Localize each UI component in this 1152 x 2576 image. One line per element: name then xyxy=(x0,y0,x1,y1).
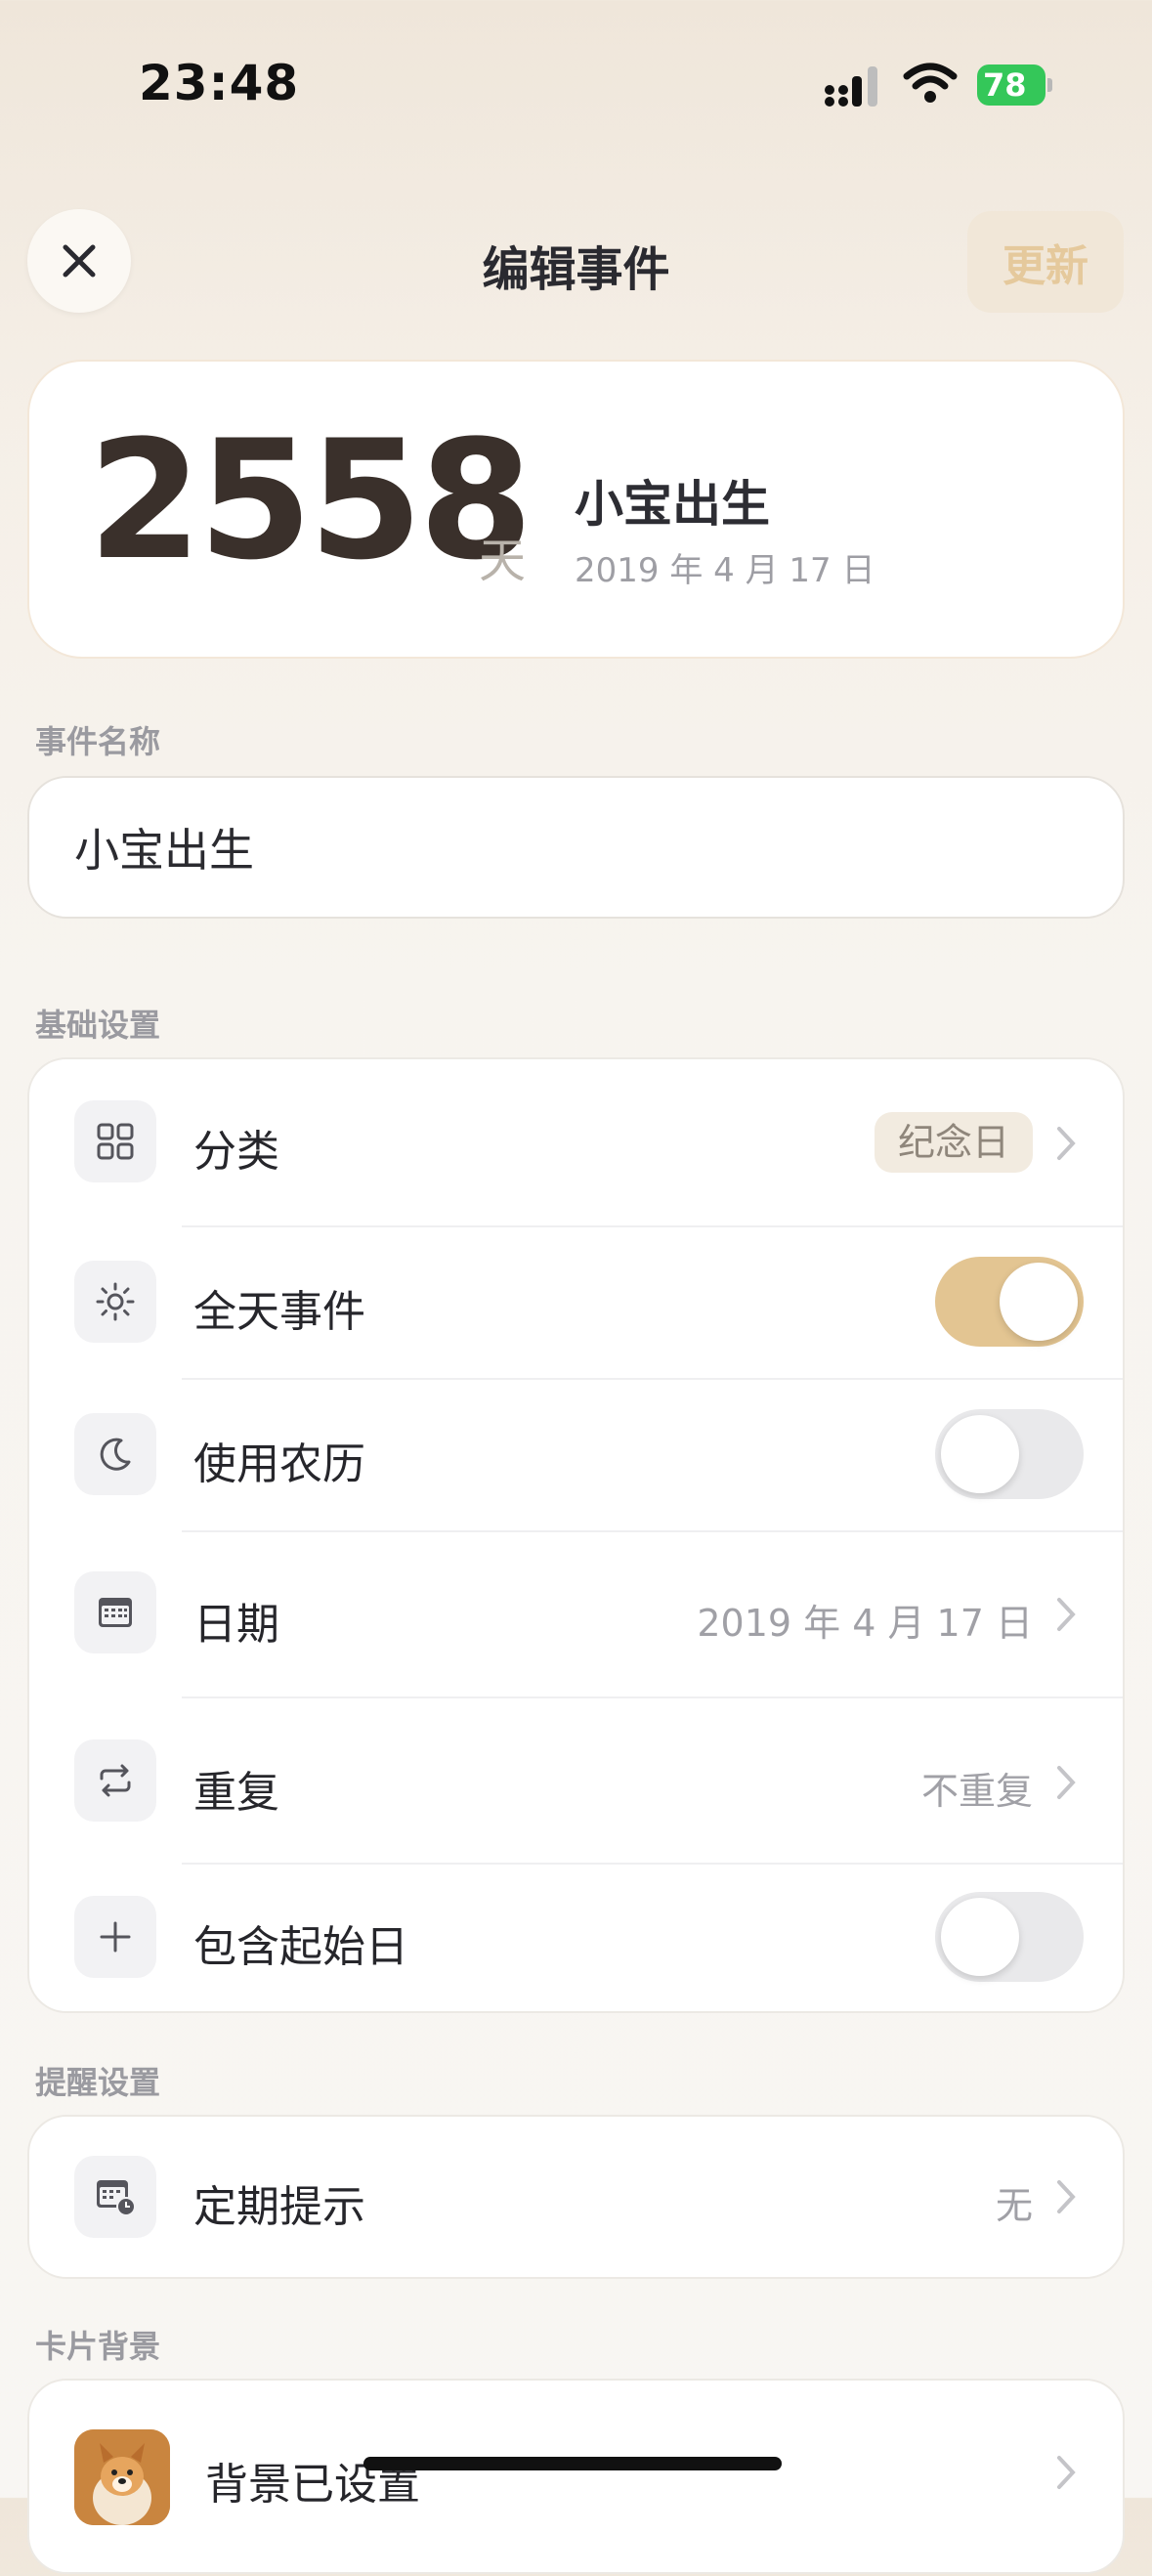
all-day-row: 全天事件 xyxy=(29,1227,1123,1378)
chevron-right-icon xyxy=(1057,1127,1076,1160)
date-label: 日期 xyxy=(193,1600,279,1650)
chevron-right-icon xyxy=(1057,1766,1076,1799)
event-name-value: 小宝出生 xyxy=(74,824,254,877)
days-unit: 天 xyxy=(479,534,527,588)
date-value: 2019 年 4 月 17 日 xyxy=(697,1602,1033,1645)
battery-cap xyxy=(1047,78,1052,92)
category-label: 分类 xyxy=(193,1127,279,1177)
repeat-value: 不重复 xyxy=(920,1770,1033,1813)
status-time: 23:48 xyxy=(139,55,300,111)
calendar-icon xyxy=(74,1571,156,1653)
days-count: 2558 xyxy=(88,405,533,596)
background-row[interactable]: 背景已设置 xyxy=(29,2381,1123,2576)
reminder-card: 定期提示 无 xyxy=(27,2115,1125,2279)
basic-settings-card: 分类 纪念日 全天事件 使用农历 日期 2019 年 4 月 17 日 重复 不… xyxy=(27,1057,1125,2013)
periodic-reminder-label: 定期提示 xyxy=(193,2182,365,2232)
plus-icon xyxy=(74,1896,156,1978)
include-start-toggle[interactable] xyxy=(935,1892,1084,1982)
include-start-row: 包含起始日 xyxy=(29,1865,1123,2013)
repeat-label: 重复 xyxy=(193,1768,279,1818)
repeat-row[interactable]: 重复 不重复 xyxy=(29,1698,1123,1863)
repeat-icon xyxy=(74,1739,156,1822)
all-day-label: 全天事件 xyxy=(193,1287,365,1337)
moon-icon xyxy=(74,1413,156,1495)
all-day-toggle[interactable] xyxy=(935,1257,1084,1347)
lunar-row: 使用农历 xyxy=(29,1380,1123,1530)
lunar-label: 使用农历 xyxy=(193,1439,365,1489)
date-row[interactable]: 日期 2019 年 4 月 17 日 xyxy=(29,1532,1123,1696)
event-title: 小宝出生 xyxy=(575,476,770,533)
background-thumbnail xyxy=(74,2429,170,2525)
periodic-reminder-value: 无 xyxy=(995,2184,1033,2227)
event-date: 2019 年 4 月 17 日 xyxy=(575,551,875,590)
cellular-signal-icon xyxy=(825,66,877,107)
toggle-knob xyxy=(1000,1263,1078,1341)
chevron-right-icon xyxy=(1057,1598,1076,1631)
sun-icon xyxy=(74,1261,156,1343)
category-row[interactable]: 分类 纪念日 xyxy=(29,1059,1123,1225)
lunar-toggle[interactable] xyxy=(935,1409,1084,1499)
home-indicator xyxy=(363,2457,782,2470)
include-start-label: 包含起始日 xyxy=(193,1922,408,1972)
section-label-name: 事件名称 xyxy=(35,723,161,760)
wifi-icon xyxy=(903,63,958,103)
grid-icon xyxy=(74,1100,156,1182)
event-name-input[interactable]: 小宝出生 xyxy=(27,776,1125,919)
section-label-reminder: 提醒设置 xyxy=(35,2064,161,2101)
calendar-reminder-icon xyxy=(74,2156,156,2238)
background-card: 背景已设置 xyxy=(27,2379,1125,2574)
update-button[interactable]: 更新 xyxy=(967,211,1124,313)
section-label-basic: 基础设置 xyxy=(35,1007,161,1044)
toggle-knob xyxy=(941,1415,1019,1493)
chevron-right-icon xyxy=(1057,2456,1076,2489)
chevron-right-icon xyxy=(1057,2180,1076,2213)
periodic-reminder-row[interactable]: 定期提示 无 xyxy=(29,2117,1123,2277)
toggle-knob xyxy=(941,1898,1019,1976)
section-label-background: 卡片背景 xyxy=(35,2328,161,2365)
category-chip: 纪念日 xyxy=(874,1112,1033,1173)
battery-indicator: 78 xyxy=(977,64,1045,106)
